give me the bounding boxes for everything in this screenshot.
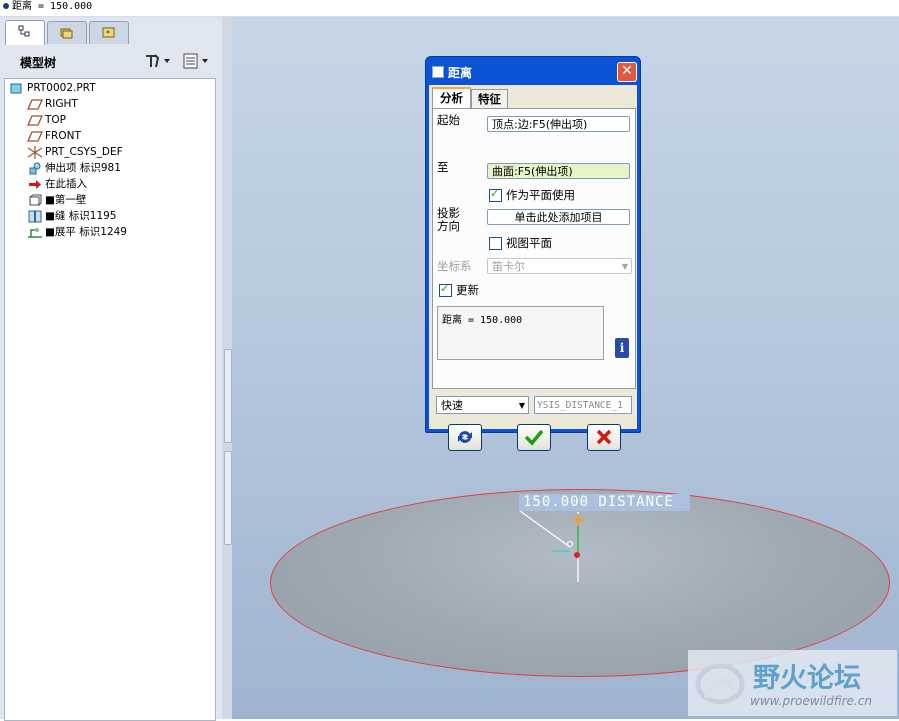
insert-arrow-icon [27, 178, 43, 191]
distance-dialog: 距离 ✕ 分析 特征 起始 顶点:边:F5(伸出项) 至 曲面:F5(伸出项) … [425, 56, 641, 451]
watermark-logo-icon [695, 663, 745, 705]
watermark-url: www.proewildfire.cn [750, 694, 872, 708]
message-bullet-icon [3, 3, 9, 9]
svg-text:*: * [106, 29, 110, 38]
tree-node-unbend[interactable]: ■展平 标识1249 [27, 225, 127, 240]
watermark-text: 野火论坛 [753, 663, 861, 694]
csys-dropdown-value: 笛卡尔 [492, 260, 525, 273]
info-icon[interactable]: i [615, 338, 629, 358]
model-tree-title: 模型树 [20, 56, 57, 70]
tab-model-tree[interactable] [5, 20, 45, 45]
show-menu-button[interactable] [182, 52, 212, 70]
tree-node-extrude[interactable]: 伸出项 标识981 [27, 161, 121, 176]
tab-feature[interactable]: 特征 [471, 89, 508, 108]
csys-label: 坐标系 [437, 259, 472, 273]
csys-dropdown: 笛卡尔 ▼ [487, 258, 632, 274]
update-label: 更新 [456, 283, 479, 297]
tools-icon [146, 54, 170, 68]
part-icon [9, 82, 25, 95]
datum-plane-icon [26, 98, 44, 111]
watermark: 野火论坛 www.proewildfire.cn [688, 650, 897, 716]
tab-analysis[interactable]: 分析 [432, 87, 471, 110]
cancel-button[interactable] [587, 424, 621, 451]
datum-plane-icon [26, 114, 44, 127]
repeat-button[interactable] [448, 424, 482, 451]
cancel-x-icon [596, 429, 612, 445]
splitter-handle-upper[interactable] [224, 349, 232, 443]
favorites-icon: * [102, 27, 115, 38]
tab-folder-browser[interactable] [47, 21, 87, 44]
analysis-mode-value: 快速 [441, 399, 463, 412]
update-checkbox[interactable] [439, 282, 452, 297]
analysis-panel: 起始 顶点:边:F5(伸出项) 至 曲面:F5(伸出项) 作为平面使用 投影 方… [432, 108, 636, 389]
analysis-mode-dropdown[interactable]: 快速 ▼ [436, 396, 529, 414]
chevron-down-icon: ▼ [621, 262, 628, 271]
unbend-icon [27, 226, 43, 239]
model-tree-header: 模型树 [2, 47, 220, 75]
from-label: 起始 [437, 113, 460, 127]
checkmark-icon [524, 429, 544, 446]
tab-favorites[interactable]: * [89, 21, 129, 44]
close-button[interactable]: ✕ [617, 62, 637, 82]
tree-node-top[interactable]: TOP [26, 113, 66, 128]
result-area: 距离 = 150.000 [437, 306, 604, 360]
csys-icon [27, 145, 43, 159]
navigator-pane: * 模型树 PRT0002.PRT RIGHT TOP FRONT PRT_CS… [0, 17, 222, 721]
projection-label-line2: 方向 [437, 219, 460, 233]
tree-node-first-wall[interactable]: ■第一壁 [27, 193, 86, 208]
analysis-name-field[interactable]: YSIS_DISTANCE_1 [534, 396, 632, 414]
settings-menu-button[interactable] [144, 52, 174, 70]
tree-node-part[interactable]: PRT0002.PRT [9, 81, 96, 96]
dialog-titlebar[interactable]: 距离 ✕ [426, 57, 640, 85]
projection-collector[interactable]: 单击此处添加项目 [487, 209, 630, 225]
to-collector[interactable]: 曲面:F5(伸出项) [487, 163, 630, 179]
to-label: 至 [437, 160, 449, 174]
message-bar: 距离 = 150.000 [0, 0, 899, 17]
view-plane-checkbox[interactable] [489, 237, 502, 250]
use-as-plane-label: 作为平面使用 [506, 188, 575, 202]
splitter-handle-lower[interactable] [224, 451, 232, 545]
tree-node-insert-here[interactable]: 在此插入 [27, 177, 87, 192]
model-tree-icon [18, 25, 30, 37]
distance-dimension-label[interactable]: 150.000 DISTANCE [519, 494, 690, 511]
navigator-tabs: * [0, 17, 222, 45]
dialog-title: 距离 [448, 66, 473, 80]
tree-node-front[interactable]: FRONT [26, 129, 81, 144]
chevron-down-icon: ▼ [518, 401, 525, 410]
datum-plane-icon [26, 130, 44, 143]
dialog-window-icon [432, 66, 444, 78]
extrude-icon [27, 162, 43, 175]
use-as-plane-checkbox[interactable] [489, 187, 502, 202]
refresh-icon [458, 431, 472, 443]
model-tree: PRT0002.PRT RIGHT TOP FRONT PRT_CSYS_DEF… [4, 78, 216, 721]
tree-node-csys[interactable]: PRT_CSYS_DEF [27, 145, 123, 160]
folder-icon [60, 28, 73, 39]
view-plane-label: 视图平面 [506, 236, 552, 250]
message-text: 距离 = 150.000 [12, 1, 93, 12]
sheetmetal-wall-icon [27, 194, 43, 207]
tree-node-rip[interactable]: ■缝 标识1195 [27, 209, 116, 224]
dialog-body: 分析 特征 起始 顶点:边:F5(伸出项) 至 曲面:F5(伸出项) 作为平面使… [429, 85, 637, 451]
list-view-icon [183, 53, 208, 69]
ok-button[interactable] [517, 424, 551, 451]
rip-icon [27, 210, 43, 223]
tree-node-right[interactable]: RIGHT [26, 97, 78, 112]
from-collector[interactable]: 顶点:边:F5(伸出项) [487, 116, 630, 132]
